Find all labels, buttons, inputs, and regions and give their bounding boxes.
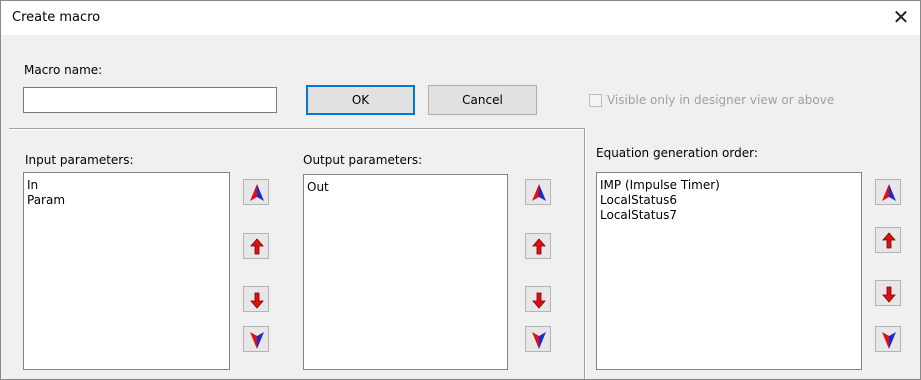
list-item[interactable]: Param xyxy=(27,193,229,208)
move-to-bottom-icon xyxy=(250,332,264,349)
output-move-to-top-button[interactable] xyxy=(525,179,551,205)
output-move-up-button[interactable] xyxy=(525,233,551,259)
move-down-icon xyxy=(882,286,896,303)
list-item[interactable]: In xyxy=(27,178,229,193)
move-to-bottom-icon xyxy=(882,332,896,349)
move-up-icon xyxy=(532,238,546,255)
output-parameters-list[interactable]: Out xyxy=(303,174,508,370)
list-item[interactable]: LocalStatus7 xyxy=(600,208,861,223)
input-move-to-top-button[interactable] xyxy=(243,179,269,205)
macro-name-input[interactable] xyxy=(23,87,277,113)
list-item[interactable]: IMP (Impulse Timer) xyxy=(600,178,861,193)
move-to-top-icon xyxy=(882,184,896,201)
input-move-down-button[interactable] xyxy=(243,286,269,312)
close-icon[interactable]: ✕ xyxy=(886,6,916,30)
equation-move-down-button[interactable] xyxy=(875,280,901,306)
dialog-title: Create macro xyxy=(12,10,101,25)
input-move-to-bottom-button[interactable] xyxy=(243,326,269,352)
equation-order-label: Equation generation order: xyxy=(596,146,758,160)
equation-order-list[interactable]: IMP (Impulse Timer) LocalStatus6 LocalSt… xyxy=(596,172,862,370)
output-parameters-label: Output parameters: xyxy=(303,153,423,167)
input-parameters-label: Input parameters: xyxy=(25,153,134,167)
list-item[interactable]: LocalStatus6 xyxy=(600,193,861,208)
separator-vertical-highlight xyxy=(585,128,586,379)
visible-only-checkbox[interactable] xyxy=(589,94,602,107)
input-parameters-list[interactable]: In Param xyxy=(23,172,230,370)
equation-move-to-top-button[interactable] xyxy=(875,179,901,205)
title-bar: Create macro ✕ xyxy=(1,1,920,35)
list-item[interactable]: Out xyxy=(307,180,507,195)
move-up-icon xyxy=(882,232,896,249)
move-down-icon xyxy=(250,292,264,309)
ok-button[interactable]: OK xyxy=(306,85,415,115)
macro-name-label: Macro name: xyxy=(24,63,103,77)
input-move-up-button[interactable] xyxy=(243,233,269,259)
move-down-icon xyxy=(532,292,546,309)
create-macro-dialog: Create macro ✕ Macro name: OK Cancel Vis… xyxy=(0,0,921,380)
output-move-down-button[interactable] xyxy=(525,286,551,312)
equation-move-to-bottom-button[interactable] xyxy=(875,326,901,352)
visible-only-label: Visible only in designer view or above xyxy=(607,93,835,107)
cancel-button[interactable]: Cancel xyxy=(428,85,537,115)
move-to-bottom-icon xyxy=(532,332,546,349)
output-move-to-bottom-button[interactable] xyxy=(525,326,551,352)
separator-horizontal-highlight xyxy=(9,129,585,130)
equation-move-up-button[interactable] xyxy=(875,227,901,253)
move-to-top-icon xyxy=(532,184,546,201)
move-to-top-icon xyxy=(250,184,264,201)
move-up-icon xyxy=(250,238,264,255)
